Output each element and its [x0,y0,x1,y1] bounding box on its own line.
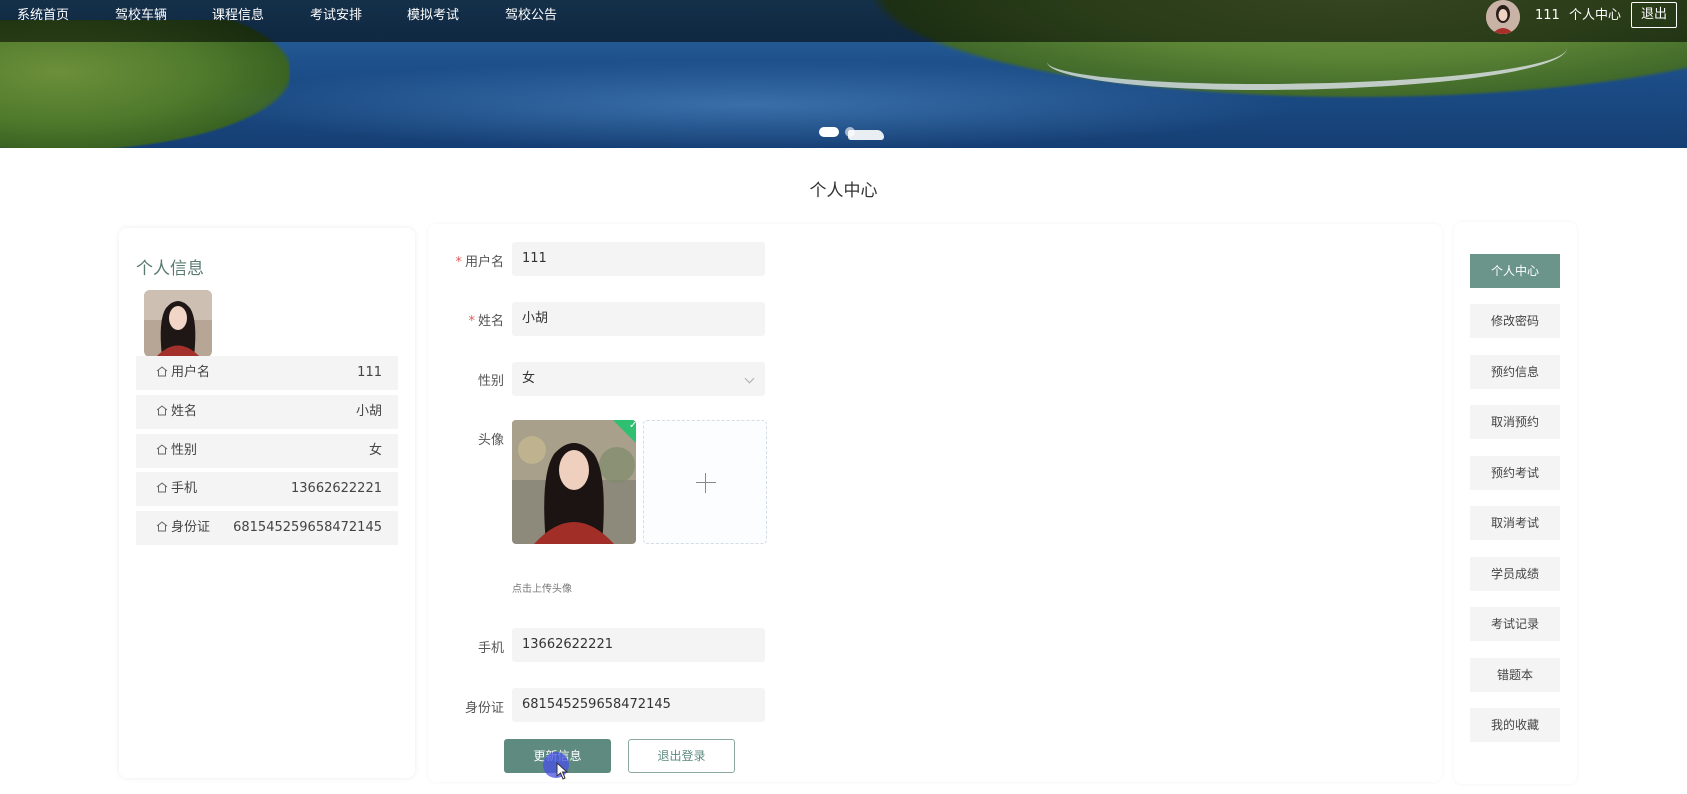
menu-wrong-questions[interactable]: 错题本 [1470,658,1560,692]
profile-label-name: 姓名 [171,404,198,419]
profile-card: 个人信息 用户名 111 姓名 小胡 性别 女 手机 13662622221 身… [119,228,415,778]
carousel-indicators [819,127,855,137]
menu-cancel-reservation[interactable]: 取消预约 [1470,405,1560,439]
nav-mock-exam[interactable]: 模拟考试 [407,0,459,32]
nav-username: 111 [1535,8,1560,23]
nav-logout-button[interactable]: 退出 [1631,2,1677,28]
chevron-down-icon [744,373,755,384]
profile-row-gender: 性别 女 [136,434,398,468]
idcard-input[interactable]: 681545259658472145 [512,688,765,722]
required-asterisk: * [455,255,462,270]
check-icon: ✓ [629,420,636,431]
mouse-pointer-icon [556,762,569,780]
profile-label-phone: 手机 [171,481,198,496]
menu-cancel-exam[interactable]: 取消考试 [1470,506,1560,540]
plus-icon [696,482,716,483]
home-icon [156,521,168,532]
nav-exam-schedule[interactable]: 考试安排 [310,0,362,32]
carousel-dot-1[interactable] [819,127,839,137]
logout-account-button[interactable]: 退出登录 [628,739,735,773]
profile-label-gender: 性别 [171,443,198,458]
avatar-label: 头像 [477,433,504,448]
menu-book-exam[interactable]: 预约考试 [1470,456,1560,490]
user-avatar[interactable] [1486,0,1520,34]
profile-label-username: 用户名 [171,365,211,380]
upload-hint: 点击上传头像 [512,584,572,595]
menu-change-password[interactable]: 修改密码 [1470,304,1560,338]
avatar-upload-button[interactable] [643,420,767,544]
menu-personal-center[interactable]: 个人中心 [1470,254,1560,288]
nav-courses[interactable]: 课程信息 [212,0,264,32]
profile-value-gender: 女 [368,443,382,458]
nav-home[interactable]: 系统首页 [17,0,69,32]
menu-exam-records[interactable]: 考试记录 [1470,607,1560,641]
home-icon [156,482,168,493]
nav-personal-center[interactable]: 个人中心 [1569,0,1621,32]
idcard-label: 身份证 [464,701,504,716]
menu-favorites[interactable]: 我的收藏 [1470,708,1560,742]
gender-select-value: 女 [522,371,536,386]
top-navbar: 系统首页 驾校车辆 课程信息 考试安排 模拟考试 驾校公告 111 个人中心 退… [0,0,1687,42]
profile-card-title: 个人信息 [136,259,204,279]
phone-label: 手机 [477,641,504,656]
username-input[interactable]: 111 [512,242,765,276]
phone-input[interactable]: 13662622221 [512,628,765,662]
carousel-dot-2[interactable] [845,127,855,137]
menu-student-scores[interactable]: 学员成绩 [1470,557,1560,591]
home-icon [156,405,168,416]
profile-value-username: 111 [357,365,382,380]
profile-row-idcard: 身份证 681545259658472145 [136,511,398,545]
home-icon [156,366,168,377]
profile-value-phone: 13662622221 [291,481,382,496]
profile-row-phone: 手机 13662622221 [136,472,398,506]
profile-row-name: 姓名 小胡 [136,395,398,429]
name-label: * 姓名 [468,314,504,329]
banner-water [200,60,1300,148]
profile-avatar [144,290,212,357]
uploaded-avatar-thumbnail[interactable]: ✓ [512,420,636,544]
menu-reservations[interactable]: 预约信息 [1470,355,1560,389]
nav-vehicles[interactable]: 驾校车辆 [115,0,167,32]
nav-announcements[interactable]: 驾校公告 [505,0,557,32]
name-input[interactable]: 小胡 [512,302,765,336]
username-label: * 用户名 [455,255,504,270]
profile-value-name: 小胡 [355,404,382,419]
profile-row-username: 用户名 111 [136,356,398,390]
required-asterisk: * [468,314,475,329]
gender-label: 性别 [477,374,504,389]
profile-label-idcard: 身份证 [171,520,211,535]
profile-value-idcard: 681545259658472145 [233,520,382,535]
gender-select[interactable]: 女 [512,362,765,396]
home-icon [156,444,168,455]
page-title: 个人中心 [809,181,878,201]
